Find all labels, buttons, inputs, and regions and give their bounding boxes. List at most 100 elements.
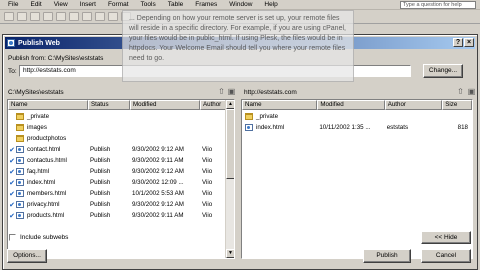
file-size: 818 (457, 124, 468, 131)
local-file-row[interactable]: ✔ members.html Publish 10/1/2002 5:53 AM Vii… (8, 188, 234, 199)
file-author: Viio (202, 179, 213, 186)
instruction-overlay: ... Depending on how your remote server … (122, 10, 354, 82)
close-button[interactable]: × (464, 38, 474, 47)
html-file-icon (16, 201, 24, 208)
local-scrollbar[interactable]: ▲ ▼ (225, 100, 234, 258)
scroll-thumb[interactable] (226, 109, 234, 179)
local-file-row[interactable]: ✔ faq.html Publish 9/30/2002 9:12 AM Viio (8, 166, 234, 177)
col-modified[interactable]: Modified (317, 100, 385, 110)
publish-web-icon (7, 39, 15, 47)
menu-edit[interactable]: Edit (24, 1, 47, 8)
toolbar-print-icon[interactable] (56, 12, 66, 21)
local-rows: _privateimages productphotos ✔ contact.html… (8, 111, 234, 221)
up-folder-icon[interactable]: ⇧ (217, 87, 226, 96)
publish-button[interactable]: Publish (363, 249, 411, 263)
menu-table[interactable]: Table (162, 1, 190, 8)
toolbar-cut-icon[interactable] (95, 12, 105, 21)
col-name[interactable]: Name (242, 100, 318, 110)
file-name: index.html (256, 124, 285, 131)
local-column-headers: Name Status Modified Author (8, 100, 234, 110)
local-file-row[interactable]: ✔ contactus.html Publish 9/30/2002 9:11 AM V… (8, 155, 234, 166)
file-name-cell: _private (8, 113, 88, 120)
menu-help[interactable]: Help (258, 1, 283, 8)
file-name: _private (27, 113, 50, 120)
check-icon[interactable]: ✔ (8, 201, 16, 209)
menu-frames[interactable]: Frames (189, 1, 223, 8)
help-search-input[interactable]: Type a question for help (400, 1, 476, 9)
file-name: contactus.html (27, 157, 67, 164)
toolbar-publish-icon[interactable] (43, 12, 53, 21)
file-author: Viio (202, 157, 213, 164)
file-name: privacy.html (27, 201, 60, 208)
scroll-up-icon[interactable]: ▲ (226, 100, 234, 109)
up-folder-icon[interactable]: ⇧ (456, 87, 465, 96)
help-button[interactable]: ? (453, 38, 463, 47)
menu-tools[interactable]: Tools (135, 1, 162, 8)
file-modified: 9/30/2002 9:11 AM (132, 212, 184, 219)
local-file-row[interactable]: productphotos (8, 133, 234, 144)
check-icon[interactable]: ✔ (8, 212, 16, 220)
hide-button[interactable]: << Hide (421, 231, 471, 244)
file-name-cell: ✔ products.html (8, 212, 88, 220)
check-icon[interactable]: ✔ (8, 190, 16, 198)
file-name-cell: ✔ contactus.html (8, 157, 88, 165)
file-author: Viio (202, 190, 213, 197)
file-name: index.html (27, 179, 56, 186)
include-subwebs-checkbox[interactable] (9, 234, 16, 241)
remote-file-row[interactable]: _private (242, 111, 472, 122)
new-folder-icon[interactable]: ▣ (467, 87, 476, 96)
menu-format[interactable]: Format (102, 1, 135, 8)
local-file-row[interactable]: _private (8, 111, 234, 122)
folder-icon (16, 113, 24, 120)
col-author[interactable]: Author (200, 100, 227, 110)
toolbar-preview-icon[interactable] (69, 12, 79, 21)
new-folder-icon[interactable]: ▣ (227, 87, 236, 96)
remote-file-row[interactable]: index.html 10/11/2002 1:35 ... eststats 818 (242, 122, 472, 133)
html-file-icon (16, 146, 24, 153)
col-status[interactable]: Status (88, 100, 130, 110)
change-button[interactable]: Change... (423, 64, 463, 78)
file-modified: 9/30/2002 9:11 AM (132, 157, 184, 164)
toolbar-open-icon[interactable] (17, 12, 27, 21)
file-modified: 9/30/2002 12:09 ... (132, 179, 184, 186)
check-icon[interactable]: ✔ (8, 179, 16, 187)
menu-bar: File Edit View Insert Format Tools Table… (0, 0, 480, 10)
local-file-row[interactable]: images (8, 122, 234, 133)
cancel-button[interactable]: Cancel (421, 249, 471, 263)
local-file-row[interactable]: ✔ index.html Publish 9/30/2002 12:09 ... Vii… (8, 177, 234, 188)
scroll-down-icon[interactable]: ▼ (226, 249, 234, 258)
menu-window[interactable]: Window (223, 1, 258, 8)
menu-insert[interactable]: Insert (74, 1, 102, 8)
file-name-cell: ✔ index.html (8, 179, 88, 187)
file-status: Publish (90, 201, 111, 208)
file-name-cell: ✔ members.html (8, 190, 88, 198)
toolbar-spelling-icon[interactable] (82, 12, 92, 21)
file-status: Publish (90, 168, 111, 175)
local-file-row[interactable]: ✔ contact.html Publish 9/30/2002 9:12 AM Vii… (8, 144, 234, 155)
local-file-row[interactable]: ✔ privacy.html Publish 9/30/2002 9:12 AM Vii… (8, 199, 234, 210)
menu-file[interactable]: File (0, 1, 24, 8)
folder-icon (245, 113, 253, 120)
col-size[interactable]: Size (442, 100, 472, 110)
html-file-icon (16, 157, 24, 164)
options-button[interactable]: Options... (7, 249, 47, 263)
local-file-row[interactable]: ✔ products.html Publish 9/30/2002 9:11 AM Vi… (8, 210, 234, 221)
col-name[interactable]: Name (8, 100, 88, 110)
check-icon[interactable]: ✔ (8, 146, 16, 154)
col-author[interactable]: Author (384, 100, 443, 110)
file-name-cell: images (8, 124, 88, 131)
col-modified[interactable]: Modified (130, 100, 200, 110)
check-icon[interactable]: ✔ (8, 168, 16, 176)
toolbar-new-icon[interactable] (4, 12, 14, 21)
publish-from-label: Publish from: C:\MySites\eststats (8, 55, 104, 62)
include-subwebs-label: Include subwebs (20, 234, 69, 241)
file-modified: 10/11/2002 1:35 ... (319, 124, 371, 131)
file-name: _private (256, 113, 279, 120)
check-icon[interactable]: ✔ (8, 157, 16, 165)
file-name-cell: index.html (242, 124, 317, 131)
file-author: Viio (202, 212, 213, 219)
toolbar-save-icon[interactable] (30, 12, 40, 21)
toolbar-copy-icon[interactable] (108, 12, 118, 21)
menu-view[interactable]: View (48, 1, 74, 8)
remote-path-label: http://eststats.com (244, 89, 297, 96)
